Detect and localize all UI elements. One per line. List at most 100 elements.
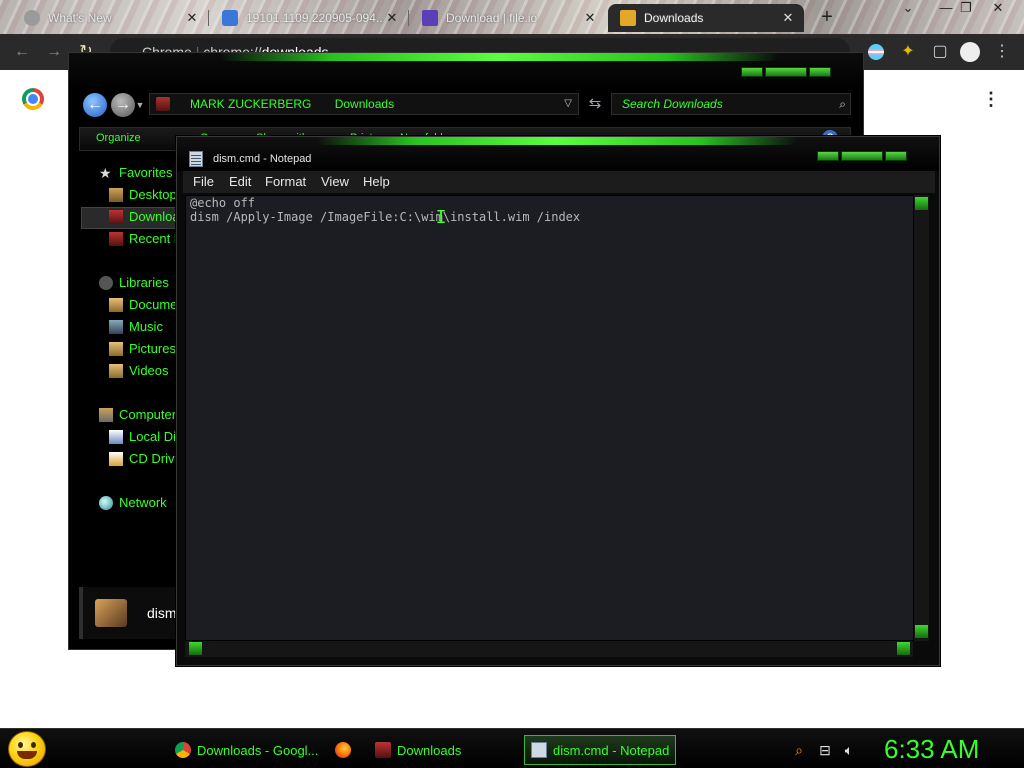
tab-downloads[interactable]: Downloads ✕ bbox=[608, 4, 804, 32]
recent-places-icon bbox=[109, 232, 123, 246]
tab-strip: What's New ✕ 19101.1109.220905-094... ✕ … bbox=[0, 0, 1024, 34]
network-icon bbox=[99, 496, 113, 510]
nav-recent-places[interactable]: Recent Places bbox=[109, 228, 179, 250]
scroll-left-button[interactable] bbox=[189, 642, 202, 655]
close-button[interactable] bbox=[885, 151, 907, 161]
tab-separator bbox=[408, 10, 409, 26]
documents-icon bbox=[109, 298, 123, 312]
text-cursor-icon: I bbox=[435, 207, 447, 228]
taskbar-firefox-button[interactable] bbox=[328, 735, 364, 765]
minimize-button[interactable] bbox=[741, 67, 763, 77]
libraries-icon bbox=[99, 276, 113, 290]
chrome-icon bbox=[175, 742, 191, 758]
search-icon[interactable]: ⌕ bbox=[790, 741, 808, 759]
nav-videos[interactable]: Videos bbox=[109, 360, 169, 382]
notepad-menubar: File Edit Format View Help bbox=[183, 171, 935, 193]
menu-format[interactable]: Format bbox=[265, 174, 306, 189]
forward-arrow-icon[interactable]: → bbox=[44, 42, 64, 62]
extensions-icon[interactable]: ✦ bbox=[898, 42, 918, 62]
close-icon[interactable]: ✕ bbox=[582, 10, 598, 26]
profile-flag-icon[interactable] bbox=[866, 42, 886, 62]
nav-downloads[interactable]: Downloads bbox=[109, 206, 179, 228]
editor-content: @echo off dism /Apply-Image /ImageFile:C… bbox=[190, 196, 581, 224]
folder-icon bbox=[156, 97, 170, 111]
search-icon: ⌕ bbox=[839, 97, 846, 111]
close-button[interactable] bbox=[809, 67, 831, 77]
breadcrumb-downloads[interactable]: Downloads bbox=[335, 97, 394, 111]
tab-whats-new[interactable]: What's New ✕ bbox=[12, 4, 208, 32]
page-menu-icon[interactable]: ⋮ bbox=[982, 88, 1000, 110]
back-arrow-icon[interactable]: ← bbox=[12, 42, 32, 62]
chevron-down-icon[interactable]: ▽ bbox=[564, 94, 572, 114]
tab-label: Download | file.io bbox=[446, 11, 538, 25]
download-icon bbox=[620, 10, 636, 26]
vertical-scrollbar[interactable] bbox=[913, 195, 929, 641]
chrome-icon bbox=[24, 10, 40, 26]
nav-desktop[interactable]: Desktop bbox=[109, 184, 177, 206]
volume-icon[interactable]: 🔈︎ bbox=[840, 741, 858, 759]
nav-music[interactable]: Music bbox=[109, 316, 163, 338]
plus-icon[interactable]: + bbox=[816, 6, 838, 28]
music-icon bbox=[109, 320, 123, 334]
horizontal-scrollbar[interactable] bbox=[185, 641, 913, 657]
close-icon[interactable]: ✕ bbox=[184, 10, 200, 26]
taskbar-explorer-button[interactable]: Downloads bbox=[368, 735, 508, 765]
clock[interactable]: 6:33 AM bbox=[884, 733, 979, 765]
local-disk-icon bbox=[109, 430, 123, 444]
taskbar-chrome-button[interactable]: Downloads - Googl... bbox=[168, 735, 320, 765]
computer-icon bbox=[99, 408, 113, 422]
minimize-button[interactable] bbox=[817, 151, 839, 161]
notepad-icon bbox=[189, 151, 203, 167]
close-icon[interactable]: ✕ bbox=[384, 10, 400, 26]
organize-button[interactable]: Organize bbox=[96, 132, 141, 144]
network-icon[interactable]: ⊟ bbox=[816, 741, 834, 759]
kebab-menu-icon[interactable]: ⋮ bbox=[992, 42, 1012, 62]
nav-computer[interactable]: Computer bbox=[99, 404, 176, 426]
chrome-logo-icon bbox=[22, 88, 44, 110]
menu-file[interactable]: File bbox=[193, 174, 214, 189]
scroll-right-button[interactable] bbox=[897, 642, 910, 655]
chevron-down-icon[interactable]: ⌄ bbox=[892, 0, 924, 18]
tab-label: What's New bbox=[48, 11, 112, 25]
explorer-address-bar[interactable]: MARK ZUCKERBERG Downloads ▽ bbox=[149, 93, 579, 115]
back-button[interactable]: ← bbox=[83, 93, 107, 117]
scroll-down-button[interactable] bbox=[915, 625, 928, 638]
nav-favorites[interactable]: ★ Favorites bbox=[99, 162, 172, 184]
restore-icon[interactable]: ❐ bbox=[950, 0, 982, 18]
file-thumbnail-icon bbox=[95, 599, 127, 627]
taskbar-notepad-button[interactable]: dism.cmd - Notepad bbox=[524, 735, 676, 765]
title-glow bbox=[219, 53, 779, 61]
start-button-smiley-icon[interactable] bbox=[8, 731, 46, 767]
close-window-icon[interactable]: ✕ bbox=[982, 0, 1014, 18]
tab-build-file[interactable]: 19101.1109.220905-094... ✕ bbox=[210, 4, 408, 32]
history-dropdown-icon[interactable]: ▼ bbox=[135, 93, 145, 117]
maximize-button[interactable] bbox=[841, 151, 883, 161]
scroll-up-button[interactable] bbox=[915, 197, 928, 210]
nav-documents[interactable]: Documents bbox=[109, 294, 179, 316]
side-panel-icon[interactable]: ▢ bbox=[930, 42, 950, 62]
menu-help[interactable]: Help bbox=[363, 174, 390, 189]
nav-pictures[interactable]: Pictures bbox=[109, 338, 176, 360]
tab-label: Downloads bbox=[644, 11, 704, 25]
nav-libraries[interactable]: Libraries bbox=[99, 272, 169, 294]
refresh-icon[interactable]: ⇆ bbox=[585, 94, 605, 114]
forward-button[interactable]: → bbox=[111, 93, 135, 117]
avatar[interactable] bbox=[960, 42, 980, 62]
nav-network[interactable]: Network bbox=[99, 492, 167, 514]
nav-local-disk[interactable]: Local Disk bbox=[109, 426, 179, 448]
cloud-icon bbox=[222, 10, 238, 26]
nav-cd-drive[interactable]: CD Drive bbox=[109, 448, 179, 470]
explorer-search-input[interactable]: Search Downloads ⌕ bbox=[611, 93, 851, 115]
menu-view[interactable]: View bbox=[321, 174, 349, 189]
downloads-folder-icon bbox=[109, 210, 123, 224]
videos-icon bbox=[109, 364, 123, 378]
desktop-icon bbox=[109, 188, 123, 202]
maximize-button[interactable] bbox=[765, 67, 807, 77]
menu-edit[interactable]: Edit bbox=[229, 174, 251, 189]
tab-file-io[interactable]: Download | file.io ✕ bbox=[410, 4, 606, 32]
close-icon[interactable]: ✕ bbox=[780, 10, 796, 26]
text-editor[interactable]: @echo off dism /Apply-Image /ImageFile:C… bbox=[185, 195, 923, 641]
taskbar: Downloads - Googl... Downloads dism.cmd … bbox=[0, 728, 1024, 768]
title-glow bbox=[317, 137, 797, 145]
breadcrumb-user[interactable]: MARK ZUCKERBERG bbox=[190, 97, 311, 111]
